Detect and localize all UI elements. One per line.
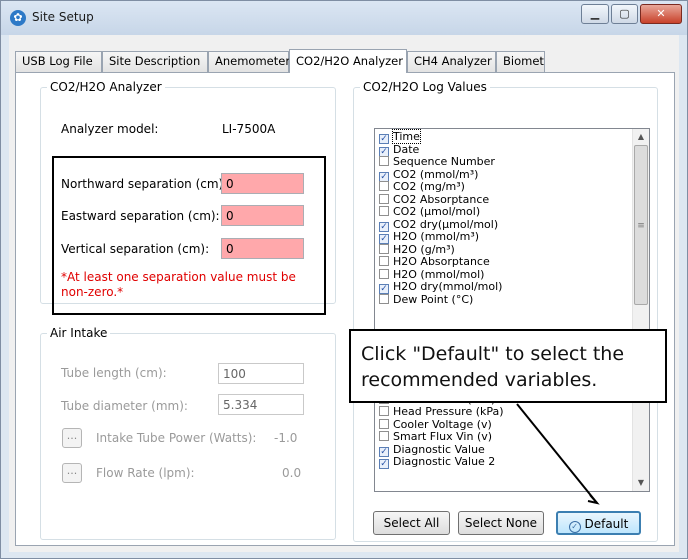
log-value-label: H2O dry(mmol/mol) xyxy=(393,280,503,293)
log-value-label: Diagnostic Value xyxy=(393,442,485,456)
intake-tube-power-button[interactable]: ... xyxy=(62,428,82,448)
log-values-list[interactable]: ✓ Time ✓ Date Sequence Number ✓ CO2 (mmol/m³) C… xyxy=(374,128,650,492)
close-icon: ✕ xyxy=(656,7,666,20)
log-value-label: Time xyxy=(392,129,421,144)
log-values-scrollbar[interactable]: ▲ ≡ ▼ xyxy=(632,129,649,491)
log-value-label: Diagnostic Value 2 xyxy=(393,455,496,468)
analyzer-group-legend: CO2/H2O Analyzer xyxy=(50,80,162,94)
tab-usb-log-file[interactable]: USB Log File xyxy=(15,51,102,72)
instruction-callout: Click "Default" to select the recommende… xyxy=(349,329,667,403)
log-value-item[interactable]: Dew Point (°C) xyxy=(375,292,633,307)
flow-rate-label: Flow Rate (lpm): xyxy=(96,466,195,480)
default-icon: ✓ xyxy=(568,521,581,533)
default-button[interactable]: ✓ Default xyxy=(556,511,641,535)
tab-label: Biomet xyxy=(503,54,544,68)
log-value-label: CO2 (mg/m³) xyxy=(393,180,465,193)
checked-checkbox[interactable]: ✓ xyxy=(379,134,389,144)
unchecked-checkbox[interactable] xyxy=(379,181,389,191)
log-value-label: Dew Point (°C) xyxy=(393,292,474,306)
log-value-label: CO2 (µmol/mol) xyxy=(393,205,481,218)
default-button-label: Default xyxy=(584,517,629,531)
log-value-label: Smart Flux Vin (v) xyxy=(393,430,493,443)
northward-separation-input[interactable] xyxy=(221,173,304,194)
tube-length-input[interactable] xyxy=(218,363,304,384)
unchecked-checkbox[interactable] xyxy=(379,206,389,216)
analyzer-model-label: Analyzer model: xyxy=(61,122,159,136)
close-button[interactable]: ✕ xyxy=(640,4,682,24)
log-value-label: CO2 (mmol/m³) xyxy=(393,167,479,181)
window-title: Site Setup xyxy=(32,10,94,24)
log-value-label: H2O Absorptance xyxy=(393,255,490,268)
log-values-items: ✓ Time ✓ Date Sequence Number ✓ CO2 (mmol/m³) C… xyxy=(375,129,633,469)
tube-diameter-input[interactable] xyxy=(218,394,304,415)
analyzer-tab-page: CO2/H2O Analyzer Analyzer model: LI-7500… xyxy=(15,72,675,546)
minimize-icon: ▁ xyxy=(590,7,600,20)
log-value-label: Cooler Voltage (v) xyxy=(393,417,492,431)
maximize-button[interactable]: ▢ xyxy=(611,4,638,24)
unchecked-checkbox[interactable] xyxy=(379,431,389,441)
analyzer-model-value: LI-7500A xyxy=(222,122,276,136)
scroll-down-icon[interactable]: ▼ xyxy=(633,475,649,491)
unchecked-checkbox[interactable] xyxy=(379,193,389,204)
unchecked-checkbox[interactable] xyxy=(379,256,389,266)
tab-biomet[interactable]: Biomet xyxy=(496,51,545,72)
checked-checkbox[interactable]: ✓ xyxy=(379,446,389,457)
log-value-label: H2O (g/m³) xyxy=(393,242,455,256)
scroll-up-icon[interactable]: ▲ xyxy=(633,129,649,145)
intake-tube-power-value: -1.0 xyxy=(274,431,298,445)
unchecked-checkbox[interactable] xyxy=(379,293,389,304)
log-value-label: Sequence Number xyxy=(393,155,495,168)
tab-label: CH4 Analyzer xyxy=(414,54,492,68)
checked-checkbox[interactable]: ✓ xyxy=(379,171,389,182)
tab-label: Anemometer xyxy=(215,54,291,68)
flow-rate-value: 0.0 xyxy=(282,466,302,480)
checked-checkbox[interactable]: ✓ xyxy=(379,459,389,469)
log-value-label: H2O (mmol/m³) xyxy=(393,230,480,243)
site-setup-window: ✿ Site Setup ▁ ▢ ✕ USB Log File Site Des… xyxy=(0,0,688,559)
tab-anemometer[interactable]: Anemometer xyxy=(208,51,291,72)
maximize-icon: ▢ xyxy=(619,7,630,20)
vertical-separation-input[interactable] xyxy=(221,238,304,259)
select-none-button[interactable]: Select None xyxy=(458,511,544,535)
minimize-button[interactable]: ▁ xyxy=(581,4,609,24)
tab-site-description[interactable]: Site Description xyxy=(102,51,208,72)
flow-rate-button[interactable]: ... xyxy=(62,463,82,483)
unchecked-checkbox[interactable] xyxy=(379,418,389,429)
northward-separation-label: Northward separation (cm): xyxy=(61,177,228,191)
log-value-label: H2O (mmol/mol) xyxy=(393,267,485,281)
eastward-separation-input[interactable] xyxy=(221,205,304,226)
checked-checkbox[interactable]: ✓ xyxy=(379,221,389,232)
intake-tube-power-label: Intake Tube Power (Watts): xyxy=(96,431,257,445)
dialog-client: USB Log File Site Description Anemometer… xyxy=(9,35,679,552)
log-value-label: CO2 dry(µmol/mol) xyxy=(393,217,499,231)
log-value-item[interactable]: ✓ Diagnostic Value 2 xyxy=(375,456,633,469)
site-setup-icon: ✿ xyxy=(10,10,26,26)
tab-label: CO2/H2O Analyzer xyxy=(296,54,403,68)
unchecked-checkbox[interactable] xyxy=(379,243,389,254)
log-value-label: Date xyxy=(393,142,420,156)
tab-label: USB Log File xyxy=(22,54,93,68)
air-intake-group-legend: Air Intake xyxy=(50,326,108,340)
tab-label: Site Description xyxy=(109,54,201,68)
log-value-label: Head Pressure (kPa) xyxy=(393,405,504,418)
log-value-label: CO2 Absorptance xyxy=(393,192,490,206)
tube-diameter-label: Tube diameter (mm): xyxy=(61,399,188,413)
vertical-separation-label: Vertical separation (cm): xyxy=(61,242,210,256)
eastward-separation-label: Eastward separation (cm): xyxy=(61,209,220,223)
tab-ch4-analyzer[interactable]: CH4 Analyzer xyxy=(407,51,496,72)
unchecked-checkbox[interactable] xyxy=(379,156,389,166)
scroll-thumb[interactable]: ≡ xyxy=(634,145,648,305)
checked-checkbox[interactable]: ✓ xyxy=(379,234,389,244)
unchecked-checkbox[interactable] xyxy=(379,406,389,416)
select-all-button[interactable]: Select All xyxy=(373,511,450,535)
separation-warning: *At least one separation value must be n… xyxy=(61,270,296,299)
tab-co2-h2o-analyzer[interactable]: CO2/H2O Analyzer xyxy=(289,49,407,73)
checked-checkbox[interactable]: ✓ xyxy=(379,284,389,294)
unchecked-checkbox[interactable] xyxy=(379,268,389,279)
checked-checkbox[interactable]: ✓ xyxy=(379,146,389,157)
tube-length-label: Tube length (cm): xyxy=(61,366,167,380)
log-values-area: ✓ Time ✓ Date Sequence Number ✓ CO2 (mmol/m³) C… xyxy=(353,80,658,542)
title-bar[interactable]: ✿ Site Setup ▁ ▢ ✕ xyxy=(1,1,687,35)
